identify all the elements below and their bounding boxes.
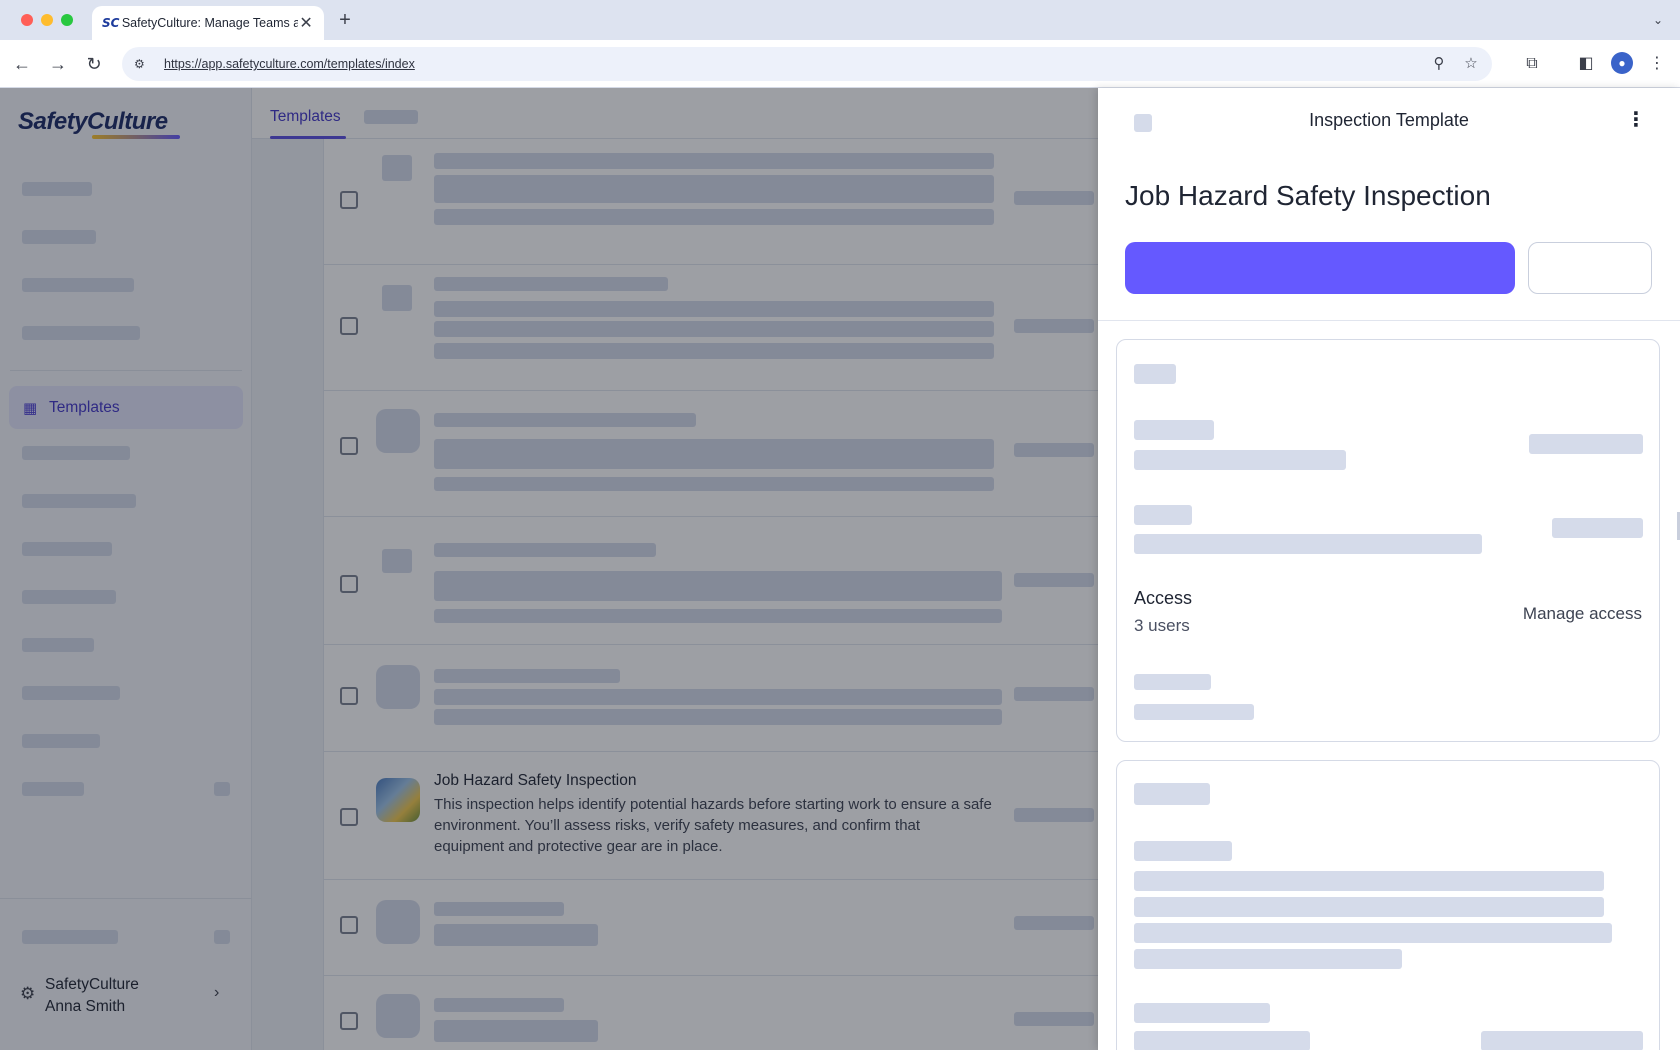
field-value-placeholder: [1134, 534, 1482, 554]
back-icon[interactable]: ←: [10, 52, 34, 76]
bookmark-star-icon[interactable]: ☆: [1460, 53, 1482, 75]
field-label-placeholder: [1134, 674, 1211, 690]
field-label-placeholder: [1134, 505, 1192, 525]
field-label-placeholder: [1134, 841, 1232, 861]
window-minimize-button[interactable]: [41, 14, 53, 26]
primary-action-button[interactable]: [1125, 242, 1515, 294]
window-close-button[interactable]: [21, 14, 33, 26]
field-value-placeholder: [1134, 923, 1612, 943]
forward-icon[interactable]: →: [46, 52, 70, 76]
new-tab-button[interactable]: +: [333, 8, 357, 32]
template-details-card: [1116, 760, 1660, 1050]
field-value-placeholder: [1134, 871, 1604, 891]
window-maximize-button[interactable]: [61, 14, 73, 26]
field-action-placeholder[interactable]: [1529, 434, 1643, 454]
tab-close-icon[interactable]: ✕: [298, 13, 314, 33]
field-value-placeholder: [1134, 450, 1346, 470]
field-value-placeholder: [1134, 1031, 1310, 1050]
zoom-icon[interactable]: ⚲: [1428, 53, 1450, 75]
field-action-placeholder[interactable]: [1552, 518, 1643, 538]
panel-title: Job Hazard Safety Inspection: [1125, 180, 1491, 211]
section-heading-placeholder: [1134, 783, 1210, 805]
browser-tab-active[interactable]: SC SafetyCulture: Manage Teams and... ✕: [92, 6, 324, 40]
profile-avatar-icon[interactable]: ●: [1611, 52, 1633, 74]
browser-menu-icon[interactable]: ⋮: [1645, 52, 1669, 76]
template-details-panel: Inspection Template ⋮ Job Hazard Safety …: [1098, 88, 1680, 1050]
field-value-placeholder: [1134, 949, 1402, 969]
access-label: Access: [1134, 588, 1193, 608]
access-user-count: 3 users: [1134, 616, 1190, 635]
field-value-placeholder: [1134, 897, 1604, 917]
safetyculture-favicon-icon: SC: [102, 16, 120, 30]
field-action-placeholder[interactable]: [1481, 1031, 1643, 1050]
extensions-icon[interactable]: ⧉: [1520, 52, 1544, 76]
template-info-card: Access 3 users Manage access: [1116, 339, 1660, 742]
browser-tab-title: SafetyCulture: Manage Teams and...: [121, 16, 299, 30]
field-label-placeholder: [1134, 420, 1214, 440]
browser-tab-strip: SC SafetyCulture: Manage Teams and... ✕ …: [0, 0, 1680, 40]
panel-divider: [1098, 320, 1680, 321]
browser-toolbar: ← → ↻ ⚙ https://app.safetyculture.com/te…: [0, 40, 1680, 88]
panel-header-title: Inspection Template: [1309, 110, 1469, 130]
side-panel-icon[interactable]: ◧: [1574, 52, 1598, 76]
address-bar[interactable]: ⚙ https://app.safetyculture.com/template…: [122, 47, 1492, 81]
site-info-icon[interactable]: ⚙: [134, 57, 154, 71]
manage-access-link[interactable]: Manage access: [1523, 604, 1642, 624]
tab-search-icon[interactable]: ⌄: [1648, 10, 1668, 30]
section-heading-placeholder: [1134, 364, 1176, 384]
field-value-placeholder: [1134, 704, 1254, 720]
field-label-placeholder: [1134, 1003, 1270, 1023]
secondary-action-button[interactable]: [1528, 242, 1652, 294]
reload-icon[interactable]: ↻: [82, 52, 106, 76]
url-text[interactable]: https://app.safetyculture.com/templates/…: [164, 57, 415, 71]
more-options-icon[interactable]: ⋮: [1626, 108, 1646, 132]
modal-backdrop[interactable]: [0, 88, 1098, 1050]
